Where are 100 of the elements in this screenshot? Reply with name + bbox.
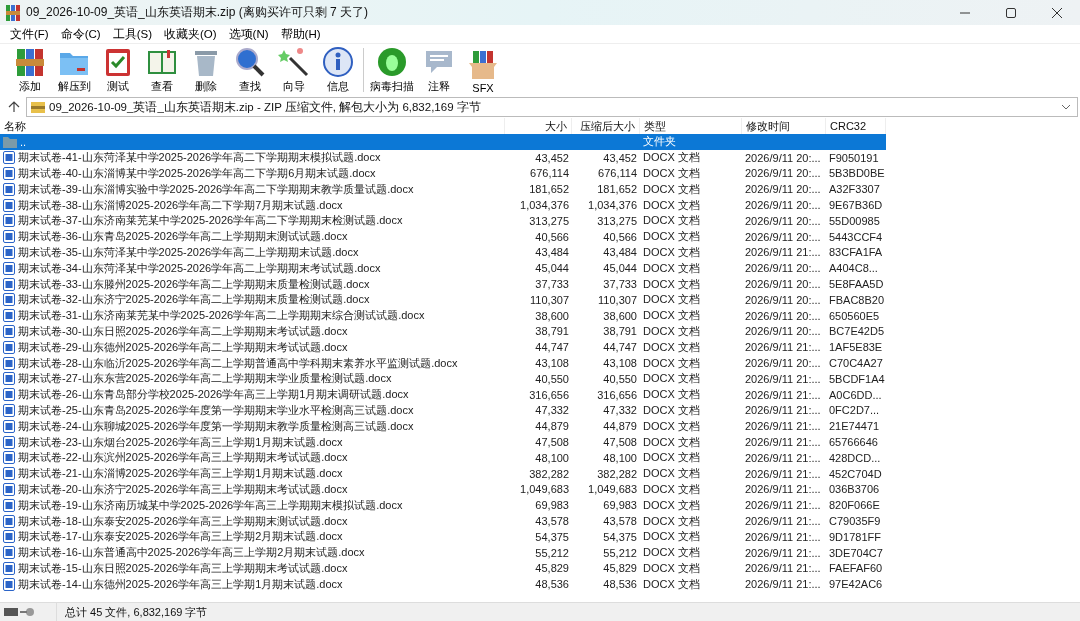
toolbar-button[interactable]: 向导 [272, 46, 316, 94]
toolbar-button[interactable]: 信息 [316, 46, 360, 94]
word-document-icon [3, 372, 15, 386]
file-name[interactable]: 期末试卷-24-山东聊城2025-2026学年度第一学期期末教学质量检测高三试题.docx [18, 418, 414, 434]
table-cell-text: A32F3307 [828, 182, 881, 198]
file-name[interactable]: 期末试卷-14-山东德州2025-2026学年高三上学期1月期末试题.docx [18, 576, 343, 592]
table-cell-text: 9D1781FF [828, 529, 882, 545]
table-cell-text: 2026/9/11 21:... [744, 245, 822, 261]
table-cell-text: 43,452 [602, 150, 638, 166]
file-name[interactable]: 期末试卷-25-山东青岛2025-2026学年度第一学期期末学业水平检测高三试题.docx [18, 402, 414, 418]
file-name[interactable]: 期末试卷-21-山东淄博2025-2026学年高三上学期1月期末试题.docx [18, 466, 343, 482]
table-cell-text: 2026/9/11 20:... [744, 150, 822, 166]
file-name[interactable]: 期末试卷-39-山东淄博实验中学2025-2026学年高二下学期期末教学质量试题.docx [18, 181, 414, 197]
table-cell-text: 382,282 [528, 466, 570, 482]
file-name[interactable]: 期末试卷-41-山东菏泽某中学2025-2026学年高二下学期期末模拟试题.docx [18, 150, 381, 166]
table-cell-text: 40,566 [602, 229, 638, 245]
toolbar-button[interactable]: 测试 [96, 46, 140, 94]
table-cell-text: DOCX 文档 [642, 481, 701, 497]
menu-item[interactable]: 文件(F) [4, 25, 55, 43]
table-cell-text: 55,212 [534, 545, 570, 561]
table-cell-text: DOCX 文档 [642, 229, 701, 245]
file-name[interactable]: 期末试卷-40-山东淄博某中学2025-2026学年高二下学期6月期末试题.docx [18, 166, 376, 181]
address-field[interactable]: 09_2026-10-09_英语_山东英语期末.zip - ZIP 压缩文件, 解包大小为 6,832,169 字节 [26, 97, 1078, 117]
toolbar-button[interactable]: 注释 [417, 46, 461, 94]
file-name[interactable]: 期末试卷-22-山东滨州2025-2026学年高三上学期期末考试试题.docx [18, 450, 348, 466]
table-cell-text: 1,049,683 [587, 482, 638, 498]
table-cell-text: 2026/9/11 20:... [744, 292, 822, 308]
table-cell-text: 44,879 [602, 419, 638, 435]
file-name[interactable]: 期末试卷-36-山东青岛2025-2026学年高二上学期期末测试试题.docx [18, 229, 348, 245]
toolbar-button[interactable]: 添加 [8, 46, 52, 94]
table-cell-text: DOCX 文档 [642, 308, 701, 324]
file-name[interactable]: 期末试卷-28-山东临沂2025-2026学年高二上学期普通高中学科期末素养水平监测试题.docx [18, 355, 458, 371]
maximize-icon[interactable] [1006, 7, 1016, 18]
word-document-icon [3, 467, 15, 481]
table-cell-text: 2026/9/11 21:... [744, 450, 822, 466]
chevron-down-icon[interactable] [1061, 104, 1071, 110]
table-cell-text: 2026/9/11 21:... [744, 466, 822, 482]
table-cell-text: 43,578 [602, 514, 638, 529]
table-cell-text: 40,550 [534, 371, 570, 387]
table-cell-text: 181,652 [596, 182, 638, 198]
table-cell-text: 38,791 [534, 324, 570, 340]
menu-item[interactable]: 工具(S) [106, 25, 158, 43]
menu-item[interactable]: 选项(N) [222, 25, 275, 43]
file-name[interactable]: 期末试卷-18-山东泰安2025-2026学年高三上学期期末测试试题.docx [18, 513, 348, 529]
table-cell-text: 110,307 [529, 292, 570, 308]
file-name[interactable]: 期末试卷-35-山东菏泽某中学2025-2026学年高二上学期期末试题.docx [18, 244, 359, 260]
table-cell-text: F9050191 [828, 150, 880, 166]
file-name[interactable]: 期末试卷-27-山东东营2025-2026学年高二上学期期末学业质量检测试题.docx [18, 371, 392, 387]
word-document-icon [3, 214, 15, 228]
file-name[interactable]: 期末试卷-16-山东普通高中2025-2026学年高三上学期2月期末试题.docx [18, 545, 365, 561]
table-cell-text: 43,484 [602, 245, 638, 261]
file-name[interactable]: .. [20, 135, 27, 148]
table-cell-text: 44,879 [534, 419, 570, 435]
file-name[interactable]: 期末试卷-30-山东日照2025-2026学年高二上学期期末考试试题.docx [18, 323, 348, 339]
menu-item[interactable]: 收藏夹(O) [158, 25, 223, 43]
up-arrow-icon[interactable] [8, 101, 20, 113]
app-books-icon [6, 4, 20, 21]
table-cell-text: DOCX 文档 [642, 166, 701, 181]
word-document-icon [3, 561, 15, 575]
table-cell-text: DOCX 文档 [642, 418, 701, 434]
toolbar-button[interactable]: 解压到 [52, 46, 96, 94]
file-name[interactable]: 期末试卷-15-山东日照2025-2026学年高三上学期期末考试试题.docx [18, 560, 348, 576]
file-name[interactable]: 期末试卷-33-山东滕州2025-2026学年高二上学期期末质量检测试题.docx [18, 276, 370, 292]
selected-row-highlight[interactable]: .. 文件夹 [0, 134, 886, 150]
table-cell-text: FAEFAF60 [828, 561, 884, 577]
table-cell-text: DOCX 文档 [642, 576, 701, 592]
table-cell-text: 2026/9/11 20:... [744, 261, 822, 277]
file-name[interactable]: 期末试卷-37-山东济南莱芜某中学2025-2026学年高二下学期期末检测试题.docx [18, 213, 403, 229]
file-name[interactable]: 期末试卷-23-山东烟台2025-2026学年高三上学期1月期末试题.docx [18, 434, 343, 450]
table-cell-text: DOCX 文档 [642, 387, 701, 403]
table-cell-text: 313,275 [596, 213, 638, 229]
file-name[interactable]: 期末试卷-19-山东济南历城某中学2025-2026学年高三上学期期末模拟试题.docx [18, 497, 403, 513]
file-name[interactable]: 期末试卷-17-山东泰安2025-2026学年高三上学期2月期末试题.docx [18, 529, 343, 545]
toolbar-button[interactable]: 删除 [184, 46, 228, 94]
file-name[interactable]: 期末试卷-20-山东济宁2025-2026学年高三上学期期末考试试题.docx [18, 481, 348, 497]
table-cell-text: 313,275 [528, 213, 570, 229]
file-name[interactable]: 期末试卷-26-山东青岛部分学校2025-2026学年高三上学期1月期末调研试题.docx [18, 387, 409, 403]
status-text: 总计 45 文件, 6,832,169 字节 [64, 604, 208, 620]
table-cell-text: 036B3706 [828, 482, 881, 498]
toolbar-button[interactable]: 查看 [140, 46, 184, 94]
file-name[interactable]: 期末试卷-31-山东济南莱芜某中学2025-2026学年高二上学期期末综合测试试题.docx [18, 308, 425, 324]
table-cell-text: 48,100 [534, 450, 570, 466]
file-name[interactable]: 期末试卷-29-山东德州2025-2026学年高二上学期期末考试试题.docx [18, 339, 348, 355]
close-icon[interactable] [1052, 7, 1062, 18]
table-cell-text: DOCX 文档 [642, 355, 701, 371]
toolbar-button[interactable]: SFX [461, 49, 505, 94]
file-name[interactable]: 期末试卷-32-山东济宁2025-2026学年高二上学期期末质量检测试题.docx [18, 292, 370, 308]
table-cell-text: 2026/9/11 21:... [744, 371, 822, 387]
toolbar-button[interactable]: 查找 [228, 46, 272, 94]
toolbar-button[interactable]: 病毒扫描 [367, 46, 417, 94]
word-document-icon [3, 356, 15, 370]
menu-item[interactable]: 命令(C) [54, 25, 107, 43]
file-name[interactable]: 期末试卷-38-山东淄博2025-2026学年高二下学期7月期末试题.docx [18, 197, 343, 213]
file-name[interactable]: 期末试卷-34-山东菏泽某中学2025-2026学年高二上学期期末考试试题.docx [18, 260, 381, 276]
table-cell-text: C79035F9 [828, 514, 882, 529]
word-document-icon [3, 514, 15, 528]
table-cell-text: 45,044 [602, 261, 638, 277]
menu-item[interactable]: 帮助(H) [274, 25, 327, 43]
table-cell-text: 2026/9/11 21:... [744, 435, 822, 450]
table-cell-text: 2026/9/11 20:... [744, 356, 822, 371]
